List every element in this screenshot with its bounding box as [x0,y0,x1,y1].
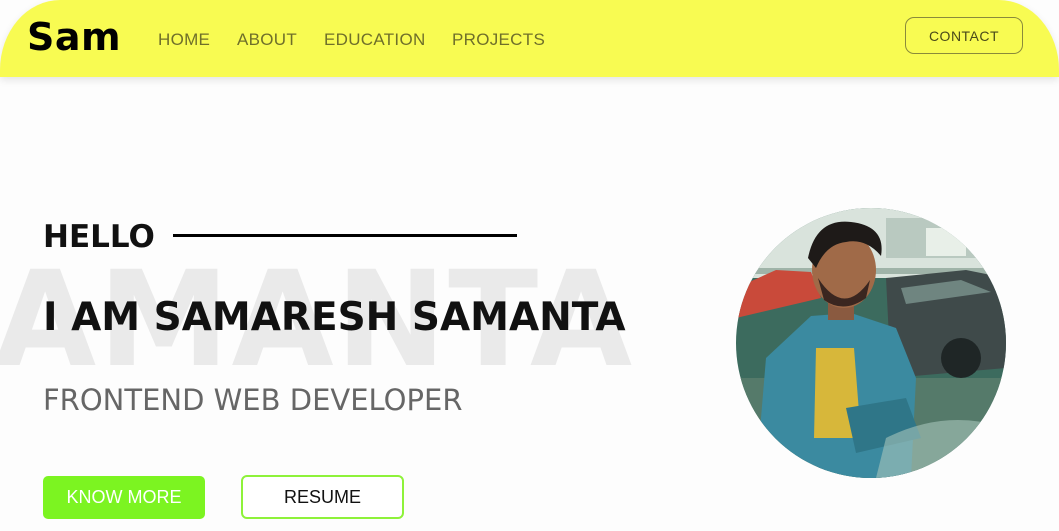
contact-button[interactable]: CONTACT [905,17,1023,54]
name-heading: I AM SAMARESH SAMANTA [43,295,626,340]
greeting-divider-line [173,234,517,237]
role-subtitle: FRONTEND WEB DEVELOPER [43,383,463,417]
know-more-button[interactable]: KNOW MORE [43,476,205,519]
page: Sam HOME ABOUT EDUCATION PROJECTS CONTAC… [0,0,1059,531]
nav-link-education[interactable]: EDUCATION [324,29,426,51]
nav-link-projects[interactable]: PROJECTS [452,29,545,51]
navbar: Sam HOME ABOUT EDUCATION PROJECTS CONTAC… [0,0,1059,77]
logo[interactable]: Sam [27,14,121,60]
profile-photo [736,208,1006,478]
nav-link-about[interactable]: ABOUT [237,29,297,51]
greeting-heading: HELLO [43,219,155,255]
nav-link-home[interactable]: HOME [158,29,210,51]
resume-button[interactable]: RESUME [241,475,404,519]
